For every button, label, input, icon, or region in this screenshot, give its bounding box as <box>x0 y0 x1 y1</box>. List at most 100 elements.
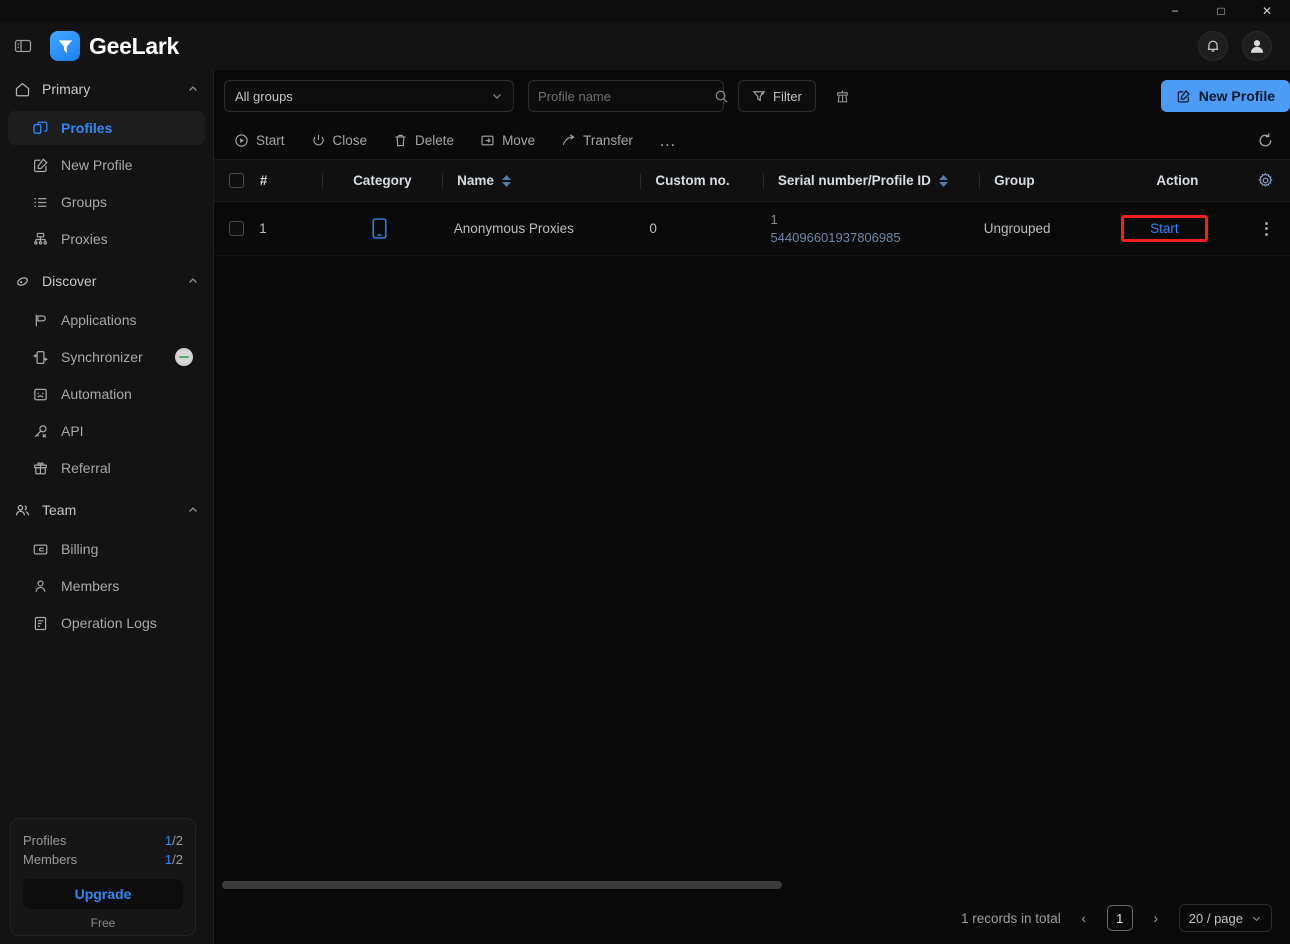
sidebar-item-label: Referral <box>61 460 111 476</box>
row-serial-cell: 1 544096601937806985 <box>756 211 968 247</box>
row-group: Ungrouped <box>970 221 1086 236</box>
more-vertical-icon[interactable] <box>1243 222 1290 236</box>
sort-serial-icon[interactable] <box>939 175 948 187</box>
sidebar-item-label: Groups <box>61 194 107 210</box>
sidebar-item-groups[interactable]: Groups <box>8 185 205 219</box>
trash-icon <box>393 133 408 148</box>
table-row[interactable]: 1 Anonymous Proxies 0 1 5440966019378069… <box>214 202 1290 256</box>
select-all-checkbox[interactable] <box>214 173 260 188</box>
sync-badge-icon <box>175 348 193 366</box>
row-start-button[interactable]: Start <box>1150 221 1179 236</box>
refresh-icon[interactable] <box>1257 132 1274 149</box>
row-name: Anonymous Proxies <box>440 221 635 236</box>
search-box[interactable] <box>528 80 724 112</box>
column-group: Group <box>980 173 1098 188</box>
action-overflow-button[interactable]: … <box>659 131 677 151</box>
action-label: Close <box>333 133 368 148</box>
action-close[interactable]: Close <box>311 133 368 148</box>
sidebar-item-referral[interactable]: Referral <box>8 451 205 485</box>
filter-button-label: Filter <box>773 89 802 104</box>
group-select[interactable]: All groups <box>224 80 514 112</box>
gear-icon[interactable] <box>1257 172 1274 189</box>
broom-icon[interactable] <box>828 81 858 111</box>
sidebar-group-label: Team <box>42 502 187 518</box>
power-icon <box>311 133 326 148</box>
sidebar-item-proxies[interactable]: Proxies <box>8 222 205 256</box>
upgrade-button[interactable]: Upgrade <box>23 879 183 909</box>
sidebar-item-synchronizer[interactable]: Synchronizer <box>8 340 205 374</box>
plan-members-value: 1/2 <box>165 850 183 869</box>
user-avatar-icon[interactable] <box>1242 31 1272 61</box>
sidebar-item-label: Billing <box>61 541 98 557</box>
plan-profiles-row: Profiles 1/2 <box>23 831 183 850</box>
sidebar-item-new-profile[interactable]: New Profile <box>8 148 205 182</box>
sidebar-group-team[interactable]: Team <box>0 491 213 529</box>
app-header: GeeLark <box>0 22 1290 70</box>
filter-button[interactable]: Filter <box>738 80 816 112</box>
sidebar-item-profiles[interactable]: Profiles <box>8 111 205 145</box>
filter-toolbar: All groups Filter <box>214 70 1290 122</box>
planet-icon <box>12 271 32 291</box>
action-move[interactable]: Move <box>480 133 535 148</box>
next-page-button[interactable]: › <box>1145 905 1167 931</box>
apps-icon <box>30 310 50 330</box>
sidebar-item-label: Members <box>61 578 119 594</box>
column-name[interactable]: Name <box>443 173 640 188</box>
page-size-select[interactable]: 20 / page <box>1179 904 1272 932</box>
search-input[interactable] <box>538 89 714 104</box>
scrollbar-thumb[interactable] <box>222 881 782 889</box>
action-transfer[interactable]: Transfer <box>561 133 633 148</box>
chevron-down-icon <box>1251 913 1262 924</box>
bell-icon[interactable] <box>1198 31 1228 61</box>
action-label: Delete <box>415 133 454 148</box>
brand-name: GeeLark <box>89 33 179 60</box>
row-index: 1 <box>259 221 320 236</box>
row-profile-id[interactable]: 544096601937806985 <box>770 228 968 247</box>
horizontal-scrollbar[interactable] <box>214 878 1290 892</box>
current-page-button[interactable]: 1 <box>1107 905 1133 931</box>
panel-toggle-icon[interactable] <box>10 33 36 59</box>
action-label: Transfer <box>583 133 633 148</box>
action-label: Start <box>256 133 285 148</box>
sidebar-item-api[interactable]: API <box>8 414 205 448</box>
sort-name-icon[interactable] <box>502 175 511 187</box>
column-index: # <box>260 173 322 188</box>
card-icon <box>30 539 50 559</box>
search-icon[interactable] <box>714 89 729 104</box>
sidebar-group-primary[interactable]: Primary <box>0 70 213 108</box>
sidebar-group-label: Primary <box>42 81 187 97</box>
geelark-logo-icon <box>50 31 80 61</box>
sidebar-item-automation[interactable]: Automation <box>8 377 205 411</box>
pagination-footer: 1 records in total ‹ 1 › 20 / page <box>214 892 1290 944</box>
action-label: Move <box>502 133 535 148</box>
action-start[interactable]: Start <box>234 133 285 148</box>
sidebar-item-label: Automation <box>61 386 132 402</box>
sidebar-item-operation-logs[interactable]: Operation Logs <box>8 606 205 640</box>
list-icon <box>30 192 50 212</box>
mobile-phone-icon <box>321 218 439 239</box>
sidebar-group-discover[interactable]: Discover <box>0 262 213 300</box>
new-profile-button[interactable]: New Profile <box>1161 80 1290 112</box>
plan-members-row: Members 1/2 <box>23 850 183 869</box>
records-total-label: 1 records in total <box>961 911 1061 926</box>
row-checkbox[interactable] <box>214 221 259 236</box>
action-delete[interactable]: Delete <box>393 133 454 148</box>
sidebar-item-label: Synchronizer <box>61 349 143 365</box>
transfer-icon <box>561 133 576 148</box>
sidebar-item-members[interactable]: Members <box>8 569 205 603</box>
sidebar-item-label: Proxies <box>61 231 108 247</box>
prev-page-button[interactable]: ‹ <box>1073 905 1095 931</box>
chevron-down-icon <box>491 90 503 102</box>
table-header: # Category Name Custom no. Serial number… <box>214 160 1290 202</box>
log-icon <box>30 613 50 633</box>
bulk-action-toolbar: Start Close Delete <box>214 122 1290 160</box>
window-minimize-button[interactable]: − <box>1152 0 1198 22</box>
column-serial[interactable]: Serial number/Profile ID <box>764 173 979 188</box>
window-close-button[interactable]: ✕ <box>1244 0 1290 22</box>
funnel-icon <box>752 89 766 103</box>
plan-members-label: Members <box>23 850 77 869</box>
sidebar-item-applications[interactable]: Applications <box>8 303 205 337</box>
window-maximize-button[interactable]: □ <box>1198 0 1244 22</box>
sidebar-item-billing[interactable]: Billing <box>8 532 205 566</box>
column-serial-label: Serial number/Profile ID <box>778 173 931 188</box>
